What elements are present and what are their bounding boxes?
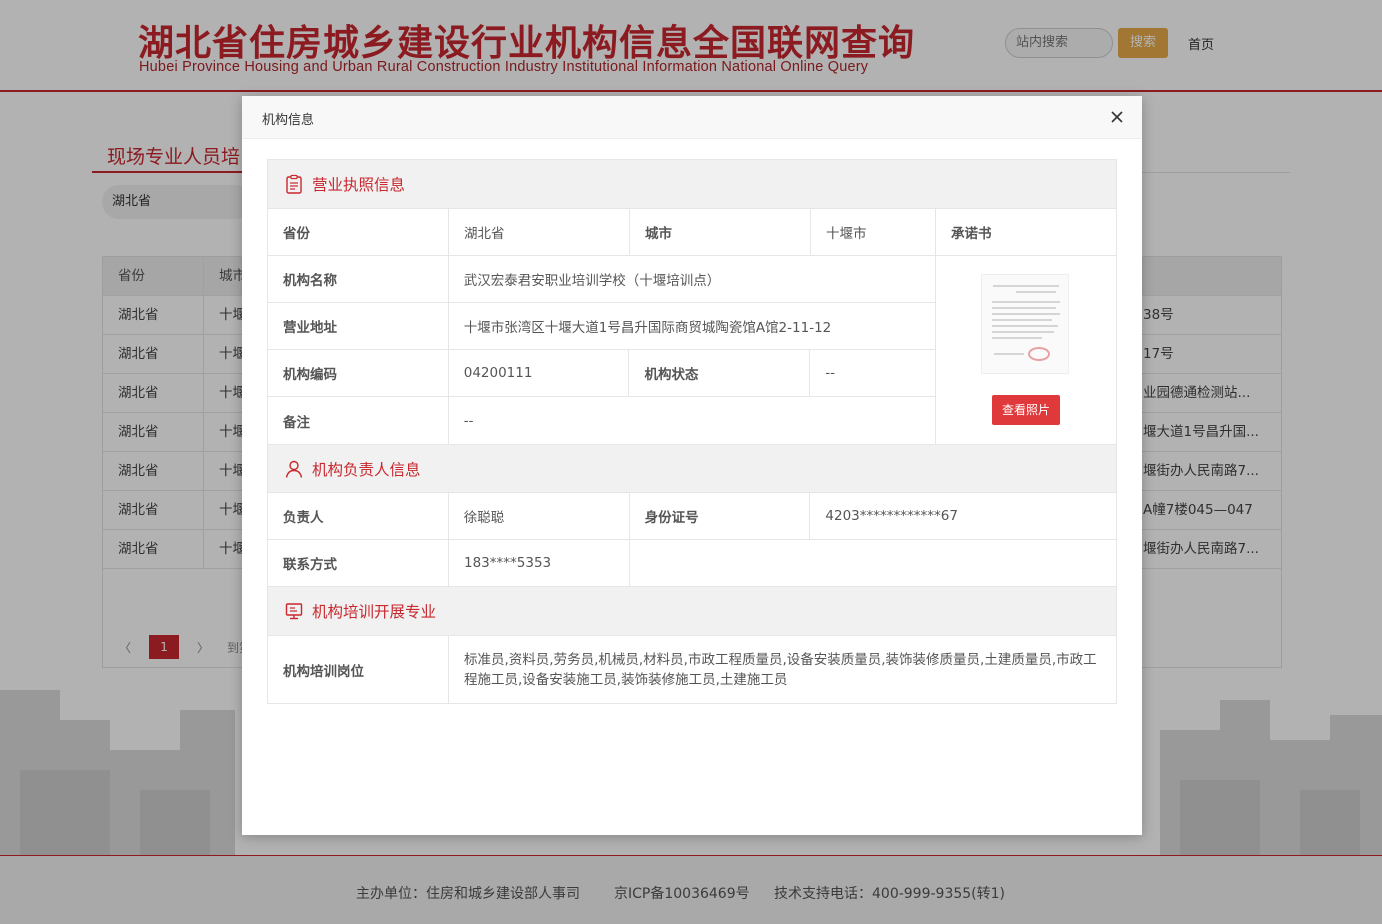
province-label: 省份 (268, 209, 449, 255)
license-row-remark: 备注 -- (268, 397, 935, 444)
principal-row-contact: 联系方式 183****5353 (268, 540, 1116, 587)
institution-status-label: 机构状态 (629, 350, 811, 396)
view-photo-button[interactable]: 查看照片 (992, 395, 1060, 425)
info-card: 营业执照信息 省份 湖北省 城市 十堰市 承诺书 机构名称 武汉宏泰君安职业培训… (267, 159, 1117, 704)
address-label: 营业地址 (268, 303, 449, 349)
remark-label: 备注 (268, 397, 449, 444)
commitment-letter-panel: 查看照片 (936, 256, 1116, 444)
principal-section-header: 机构负责人信息 (268, 444, 1116, 493)
commitment-label: 承诺书 (951, 226, 992, 242)
city-value: 十堰市 (811, 209, 936, 255)
license-section-title: 营业执照信息 (312, 176, 406, 194)
id-number-value: 4203************67 (825, 508, 958, 524)
principal-row-identity: 负责人 徐聪聪 身份证号 4203************67 (268, 493, 1116, 540)
training-section-header: 机构培训开展专业 (268, 587, 1116, 636)
city-label: 城市 (630, 209, 811, 255)
presentation-screen-icon (285, 603, 303, 620)
institution-name-value: 武汉宏泰君安职业培训学校（十堰培训点） (463, 273, 721, 289)
training-positions-label: 机构培训岗位 (268, 636, 449, 703)
institution-code-value: 04200111 (449, 350, 630, 396)
license-section-header: 营业执照信息 (268, 160, 1116, 209)
institution-status-value: -- (825, 365, 835, 381)
principal-name-value: 徐聪聪 (449, 493, 630, 539)
license-details-left: 机构名称 武汉宏泰君安职业培训学校（十堰培训点） 营业地址 十堰市张湾区十堰大道… (268, 256, 936, 444)
province-value: 湖北省 (449, 209, 630, 255)
principal-name-label: 负责人 (268, 493, 449, 539)
dialog-title: 机构信息 (262, 113, 315, 128)
dialog-header: 机构信息 (242, 96, 1142, 139)
license-row-code: 机构编码 04200111 机构状态 -- (268, 350, 935, 397)
institution-code-label: 机构编码 (268, 350, 449, 396)
institution-name-label: 机构名称 (268, 256, 449, 302)
red-seal-stamp (1028, 347, 1050, 361)
training-section-title: 机构培训开展专业 (312, 603, 437, 621)
id-number-label: 身份证号 (630, 493, 811, 539)
contact-label: 联系方式 (268, 540, 449, 586)
principal-section-title: 机构负责人信息 (312, 460, 421, 479)
close-icon[interactable] (1106, 106, 1128, 128)
license-row-location: 省份 湖北省 城市 十堰市 承诺书 (268, 209, 1116, 256)
person-icon (285, 460, 303, 478)
empty-cell (630, 540, 1116, 586)
remark-value: -- (463, 412, 474, 429)
training-positions-value: 标准员,资料员,劳务员,机械员,材料员,市政工程质量员,设备安装质量员,装饰装修… (464, 651, 1097, 688)
license-row-name: 机构名称 武汉宏泰君安职业培训学校（十堰培训点） (268, 256, 935, 303)
commitment-letter-thumbnail[interactable] (981, 274, 1069, 374)
license-row-address: 营业地址 十堰市张湾区十堰大道1号昌升国际商贸城陶瓷馆A馆2-11-12 (268, 303, 935, 350)
clipboard-icon (286, 174, 302, 194)
address-value: 十堰市张湾区十堰大道1号昌升国际商贸城陶瓷馆A馆2-11-12 (463, 320, 832, 336)
training-row-positions: 机构培训岗位 标准员,资料员,劳务员,机械员,材料员,市政工程质量员,设备安装质… (268, 636, 1116, 703)
institution-info-dialog: 机构信息 营业执照信息 省份 湖北省 城市 十堰市 承诺书 机构名称 武汉宏泰君… (242, 96, 1142, 835)
contact-value: 183****5353 (449, 540, 630, 586)
license-details-block: 机构名称 武汉宏泰君安职业培训学校（十堰培训点） 营业地址 十堰市张湾区十堰大道… (268, 256, 1116, 444)
